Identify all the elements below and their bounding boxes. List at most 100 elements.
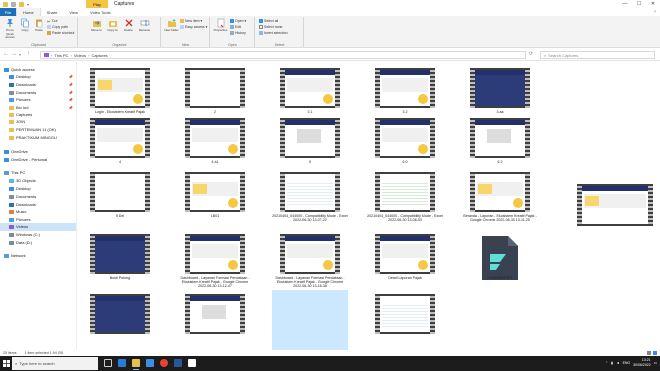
properties-button[interactable]: Properties [213, 18, 228, 33]
sidebar-item[interactable]: Downloads 📌 [0, 81, 76, 89]
sidebar-item[interactable]: Music [0, 208, 76, 216]
tab-home[interactable]: Home [16, 8, 41, 16]
rename-button[interactable]: Rename [137, 18, 152, 33]
file-item[interactable]: Beranda - Laporan - Ekosistem Kreatif Pa… [462, 168, 538, 230]
select-none-button[interactable]: Select none [259, 25, 283, 29]
file-item[interactable] [462, 290, 538, 350]
file-item[interactable]: 5 Del [82, 168, 158, 230]
back-arrow-icon[interactable]: ← [3, 51, 9, 57]
sidebar-item[interactable]: OneDrive - Personal [0, 156, 76, 164]
chevron-up-icon[interactable]: ⌃ [605, 361, 608, 365]
delete-button[interactable]: Delete [121, 18, 136, 33]
sidebar-item[interactable]: Windows (C:) [0, 231, 76, 239]
file-item[interactable] [367, 290, 443, 350]
new-item-button[interactable]: New item ▾ [180, 19, 202, 23]
copy-button[interactable]: Copy [18, 18, 32, 33]
chrome-icon[interactable] [160, 359, 168, 367]
file-item[interactable]: 4 [82, 114, 158, 176]
new-folder-button[interactable]: New folder [164, 18, 179, 33]
file-item[interactable]: 6 0 [367, 114, 443, 176]
tab-video-tools[interactable]: Video Tools [84, 8, 117, 16]
store-icon[interactable] [146, 359, 154, 367]
new-folder-icon[interactable] [19, 1, 24, 7]
invert-selection-button[interactable]: Invert selection [259, 31, 288, 35]
breadcrumb-this-pc[interactable]: This PC [54, 53, 68, 58]
refresh-icon[interactable]: ⟳ [529, 51, 533, 57]
paste-shortcut-button[interactable]: Paste shortcut [47, 31, 74, 35]
file-item[interactable] [177, 290, 253, 350]
language-indicator[interactable]: ENG [623, 361, 631, 365]
tab-file[interactable]: File [0, 8, 16, 16]
file-item[interactable]: 6 2 [462, 114, 538, 176]
sidebar-item[interactable]: Data (D:) [0, 239, 76, 247]
clock[interactable]: 13:21 30/06/2022 [633, 358, 651, 367]
search-box[interactable]: ⌕ Search Captures [540, 51, 655, 59]
file-item[interactable] [272, 290, 348, 350]
sidebar-item[interactable]: PERTEMUAN 11 (OK) [0, 126, 76, 134]
address-bar[interactable]: › This PC › Videos › Captures [40, 51, 526, 59]
file-item[interactable]: Detail Laporan Pajak [367, 230, 443, 292]
sidebar-item[interactable]: JOIN [0, 118, 76, 126]
notification-icon[interactable]: ▭ [654, 361, 657, 365]
sidebar-item[interactable]: OneDrive [0, 148, 76, 156]
tab-manage[interactable]: Play [86, 0, 108, 8]
help-icon[interactable]: ? [654, 9, 656, 14]
tab-share[interactable]: Share [41, 8, 64, 16]
file-name: 5 Del [115, 214, 125, 218]
start-button[interactable] [0, 356, 12, 371]
file-item[interactable]: Bukti Potong [82, 230, 158, 292]
paste-button[interactable]: Paste [32, 18, 46, 33]
breadcrumb-captures[interactable]: Captures [91, 53, 107, 58]
word-icon[interactable] [174, 359, 182, 367]
properties-icon[interactable] [11, 1, 16, 7]
easy-access-button[interactable]: Easy access ▾ [180, 25, 207, 29]
file-item[interactable]: 1B01 [177, 168, 253, 230]
up-arrow-icon[interactable]: ↑ [27, 51, 30, 57]
recent-dropdown-icon[interactable]: ▾ [19, 52, 21, 57]
sidebar-item-label: OneDrive - Personal [11, 157, 48, 163]
large-icons-view-icon[interactable] [653, 351, 657, 355]
app-icon[interactable] [188, 359, 196, 367]
sidebar-item[interactable]: Pictures 📌 [0, 96, 76, 104]
select-all-button[interactable]: Select all [259, 19, 278, 23]
close-button[interactable]: ✕ [646, 0, 660, 8]
sidebar-item[interactable]: Desktop 📌 [0, 73, 76, 81]
view-toggle [647, 351, 657, 355]
copy-to-button[interactable]: Copy to [105, 18, 120, 33]
sidebar-item[interactable]: Documents [0, 193, 76, 201]
cut-button[interactable]: ✂ Cut [47, 19, 57, 24]
file-item[interactable]: Dashboard - Layanan Formasi Pendataan - … [177, 230, 253, 292]
file-item[interactable]: 20210404_044000 - Compatibility Mode - E… [367, 168, 443, 230]
move-to-button[interactable]: Move to [89, 18, 104, 33]
sidebar-item[interactable]: Videos [0, 223, 76, 231]
file-item[interactable]: FILMORA EDIT [462, 230, 538, 292]
volume-icon[interactable]: ◄ [616, 361, 619, 365]
pin-quick-access-button[interactable]: Pin to Quick access [2, 18, 18, 40]
history-button[interactable]: History [230, 31, 246, 35]
sidebar-item[interactable]: Network [0, 252, 76, 260]
maximize-button[interactable]: ☐ [632, 0, 646, 8]
copy-path-button[interactable]: Copy path [47, 25, 68, 29]
tab-view[interactable]: View [63, 8, 84, 16]
task-view-icon[interactable] [104, 359, 112, 367]
edit-button[interactable]: Edit [230, 25, 241, 29]
file-item[interactable]: 5 [272, 114, 348, 176]
forward-arrow-icon[interactable]: → [11, 51, 17, 57]
file-item[interactable]: 4 a1 [177, 114, 253, 176]
edge-icon[interactable] [118, 359, 126, 367]
details-view-icon[interactable] [647, 351, 651, 355]
network-icon[interactable]: ▮ [611, 361, 613, 365]
minimize-button[interactable]: — [618, 0, 632, 8]
sidebar-item[interactable]: 3D Objects [0, 177, 76, 185]
sidebar-item[interactable]: Desktop [0, 185, 76, 193]
taskbar-search[interactable]: ⌕ Type here to search [12, 357, 98, 370]
file-item[interactable]: Dashboard - Layanan Formasi Pendataan - … [272, 230, 348, 292]
qat-dropdown-icon[interactable]: ▾ [27, 2, 29, 7]
file-item[interactable] [82, 290, 158, 350]
breadcrumb-videos[interactable]: Videos [74, 53, 86, 58]
file-explorer-icon[interactable] [132, 359, 140, 370]
open-button[interactable]: Open ▾ [230, 19, 246, 23]
sidebar-item[interactable]: This PC [0, 169, 76, 177]
sidebar-item[interactable]: PRAKTIKUM MINGGU [0, 134, 76, 142]
file-item[interactable]: 20210404_044000 - Compatibility Mode - E… [272, 168, 348, 230]
